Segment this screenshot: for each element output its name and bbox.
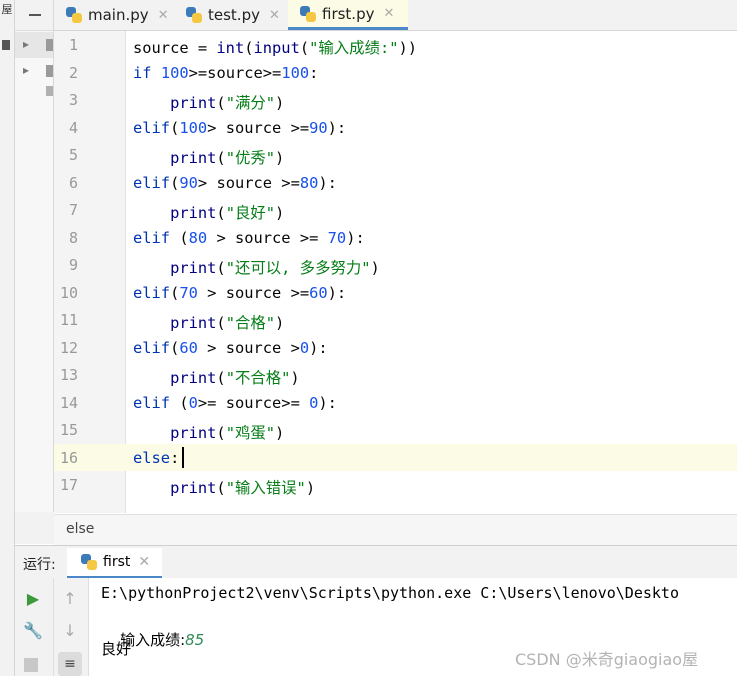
breadcrumb: else bbox=[54, 514, 737, 545]
code-line[interactable]: print("不合格") bbox=[133, 366, 300, 388]
console-output-line: 良好 bbox=[101, 640, 132, 658]
arrow-down-icon[interactable]: ↓ bbox=[58, 618, 82, 642]
arrow-up-icon[interactable]: ↑ bbox=[58, 586, 82, 610]
library-icon bbox=[46, 86, 53, 96]
watermark: CSDN @米奇giaogiao屋 bbox=[515, 650, 699, 669]
line-number: 10 bbox=[59, 283, 78, 302]
python-file-icon bbox=[300, 5, 316, 22]
run-toolbar: ▶ 🔧 bbox=[15, 578, 54, 676]
run-toolbar-secondary: ↑ ↓ ≡ bbox=[54, 578, 89, 676]
code-line[interactable]: print("输入错误") bbox=[133, 476, 315, 498]
play-icon[interactable]: ▶ bbox=[21, 586, 45, 610]
folder-icon bbox=[46, 65, 53, 77]
line-number: 13 bbox=[59, 366, 78, 384]
code-line[interactable]: if 100>=source>=100: bbox=[133, 64, 318, 82]
soft-wrap-icon[interactable]: ≡ bbox=[58, 652, 82, 676]
line-number: 5 bbox=[68, 146, 78, 164]
line-number: 15 bbox=[59, 421, 78, 439]
tab-label: first.py bbox=[322, 4, 375, 23]
console-command-line: E:\pythonProject2\venv\Scripts\python.ex… bbox=[101, 584, 679, 602]
code-line[interactable]: print("良好") bbox=[133, 201, 284, 223]
python-file-icon bbox=[186, 7, 202, 23]
code-line[interactable]: print("优秀") bbox=[133, 146, 284, 168]
tree-row-2[interactable]: ▸ bbox=[15, 58, 53, 84]
project-icon[interactable] bbox=[2, 40, 10, 50]
line-number: 17 bbox=[59, 476, 78, 494]
line-number: 4 bbox=[68, 118, 78, 137]
stop-icon[interactable] bbox=[24, 658, 38, 672]
tree-row-1[interactable]: ▸ bbox=[15, 32, 53, 58]
close-icon[interactable]: ✕ bbox=[383, 6, 394, 21]
code-line[interactable]: elif(90> source >=80): bbox=[133, 174, 337, 192]
python-file-icon bbox=[66, 7, 82, 23]
chevron-right-icon[interactable]: ▸ bbox=[23, 63, 29, 77]
line-number: 9 bbox=[68, 256, 78, 274]
code-line[interactable]: else: bbox=[133, 449, 179, 467]
folder-icon bbox=[46, 39, 53, 51]
tab-label: main.py bbox=[88, 6, 149, 24]
line-number: 3 bbox=[68, 91, 78, 109]
code-line[interactable]: elif (80 > source >= 70): bbox=[133, 229, 365, 247]
tab-label: test.py bbox=[208, 6, 260, 24]
line-number: 7 bbox=[68, 201, 78, 219]
collapse-icon[interactable] bbox=[29, 14, 41, 16]
code-line[interactable]: print("合格") bbox=[133, 311, 284, 333]
line-number: 16 bbox=[59, 448, 78, 467]
project-tool-label[interactable]: 屋 bbox=[0, 4, 14, 16]
code-line[interactable]: print("还可以, 多多努力") bbox=[133, 256, 380, 278]
close-icon[interactable]: ✕ bbox=[158, 8, 169, 23]
line-number: 8 bbox=[68, 228, 78, 247]
left-tool-strip: 屋 bbox=[0, 0, 15, 676]
project-panel-header bbox=[15, 0, 53, 31]
code-line[interactable]: elif (0>= source>= 0): bbox=[133, 394, 337, 412]
code-line[interactable]: elif(100> source >=90): bbox=[133, 119, 346, 137]
panel-gap bbox=[15, 512, 54, 544]
code-line[interactable]: source = int(input("输入成绩:")) bbox=[133, 36, 417, 58]
close-icon[interactable]: ✕ bbox=[269, 8, 280, 23]
python-file-icon bbox=[81, 554, 97, 570]
line-number: 11 bbox=[59, 311, 78, 329]
tab-first-py[interactable]: first.py ✕ bbox=[288, 0, 409, 30]
line-number: 14 bbox=[59, 393, 78, 412]
text-caret bbox=[182, 447, 184, 468]
code-line[interactable]: print("满分") bbox=[133, 91, 284, 113]
line-number: 12 bbox=[59, 338, 78, 357]
breadcrumb-item[interactable]: else bbox=[66, 521, 94, 537]
tab-main-py[interactable]: main.py ✕ bbox=[66, 0, 169, 30]
code-line[interactable]: elif(60 > source >0): bbox=[133, 339, 328, 357]
code-line[interactable]: print("鸡蛋") bbox=[133, 421, 284, 443]
run-panel-header: 运行: first ✕ bbox=[15, 545, 737, 579]
line-number: 6 bbox=[68, 173, 78, 192]
console-input-value: 85 bbox=[185, 631, 205, 649]
tree-row-3[interactable] bbox=[15, 84, 53, 110]
run-tab-first[interactable]: first ✕ bbox=[67, 548, 163, 579]
tab-test-py[interactable]: test.py ✕ bbox=[186, 0, 280, 30]
code-line[interactable]: elif(70 > source >=60): bbox=[133, 284, 346, 302]
run-label: 运行: bbox=[23, 557, 56, 573]
wrench-icon[interactable]: 🔧 bbox=[21, 618, 45, 642]
run-tab-label: first bbox=[103, 554, 131, 570]
line-number: 1 bbox=[68, 36, 78, 54]
close-icon[interactable]: ✕ bbox=[138, 554, 150, 570]
editor-tab-bar: main.py ✕ test.py ✕ first.py ✕ bbox=[54, 0, 737, 31]
line-number: 2 bbox=[68, 63, 78, 82]
chevron-right-icon[interactable]: ▸ bbox=[23, 37, 29, 51]
